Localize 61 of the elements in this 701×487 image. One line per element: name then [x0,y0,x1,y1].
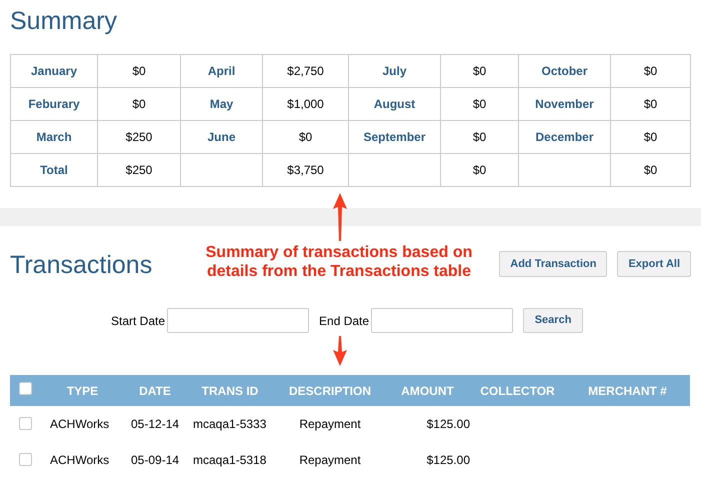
amount-value: $0 [472,163,486,177]
month-label: November [535,97,594,111]
action-button[interactable]: Export All [617,251,691,277]
column-header[interactable]: MERCHANT # [588,384,667,398]
amount-value: $0 [298,130,312,144]
action-button[interactable]: Add Transaction [499,251,608,277]
column-header[interactable]: TRANS ID [202,384,258,398]
amount-value: $0 [644,64,658,78]
month-label: January [30,64,78,78]
table-cell: Repayment [299,453,361,467]
table-cell: mcaqa1-5333 [193,417,266,431]
annotation-text: Summary of transactions based on details from the Transactions table [204,243,474,281]
table-cell: ACHWorks [50,417,110,431]
amount-value: $0 [644,163,658,177]
amount-value: $0 [644,130,658,144]
column-header[interactable]: AMOUNT [401,384,454,398]
table-cell: mcaqa1-5318 [193,453,266,467]
amount-value: $0 [472,64,486,78]
table-cell: ACHWorks [50,453,110,467]
amount-value: $0 [472,130,486,144]
date-field[interactable] [167,308,310,333]
arrow-icon [332,336,348,366]
amount-value: $2,750 [287,64,324,78]
amount-value: $0 [132,97,146,111]
field-label: End Date [319,312,370,330]
column-header[interactable]: TYPE [66,384,98,398]
column-header[interactable]: DESCRIPTION [288,384,371,398]
section-title: Transactions [10,250,152,280]
amount-value: $250 [126,163,152,177]
month-label: April [208,64,236,78]
table-cell: Repayment [299,417,361,431]
month-label: Feburary [28,97,80,111]
month-label: July [382,64,406,78]
checkbox[interactable] [18,452,32,466]
month-label: September [363,130,426,144]
month-label: May [210,97,234,111]
date-field[interactable] [371,308,514,333]
amount-value: $0 [472,97,486,111]
month-label: March [36,130,72,144]
month-label: December [535,130,594,144]
checkbox[interactable] [18,382,32,394]
table-cell: $125.00 [426,453,470,467]
month-label: October [541,64,588,78]
amount-value: $250 [126,130,152,144]
table-cell: 05-12-14 [131,417,180,431]
field-label: Start Date [111,312,166,330]
amount-value: $0 [644,97,658,111]
section-title: Summary [10,6,117,37]
amount-value: $1,000 [287,97,324,111]
table-cell: 05-09-14 [131,453,180,467]
arrow-icon [332,193,348,241]
amount-value: $0 [132,64,146,78]
month-label: August [374,97,416,111]
table-cell: $125.00 [426,417,470,431]
column-header[interactable]: DATE [139,384,171,398]
month-label: June [207,130,236,144]
checkbox[interactable] [18,416,32,430]
month-label: Total [40,163,68,177]
search-button[interactable]: Search [523,308,584,333]
column-header[interactable]: COLLECTOR [480,384,555,398]
amount-value: $3,750 [287,163,324,177]
